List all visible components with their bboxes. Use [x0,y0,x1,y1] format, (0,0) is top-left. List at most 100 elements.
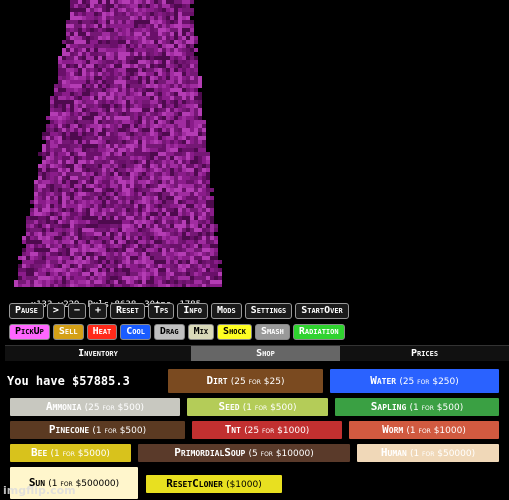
shop-item-dirt[interactable]: Dirt (25 for $25) [167,368,324,394]
pixel [194,248,198,252]
pixel [50,248,54,252]
pixel [42,204,46,208]
pause-button[interactable]: Pause [9,303,44,319]
pixel [58,244,62,248]
pixel [170,60,174,64]
pixel [206,224,210,228]
pixel [106,244,110,248]
pixel [58,284,62,287]
pixel [162,224,166,228]
reset-button[interactable]: Reset [109,303,145,319]
pixel [106,132,110,136]
settings-button[interactable]: Settings [244,303,293,319]
zoom-in-button[interactable]: + [88,303,107,319]
pixel [98,36,102,40]
pixel [90,136,94,140]
pixel [130,164,134,168]
game-canvas[interactable] [6,0,503,287]
pixel [118,244,122,248]
pixel [78,208,82,212]
pixel [174,152,178,156]
pixel [134,140,138,144]
pixel [182,4,186,8]
tab-prices[interactable]: Prices [340,345,509,361]
shop-item-water[interactable]: Water (25 for $250) [329,368,500,394]
shop-item-bee[interactable]: Bee (1 for $5000) [9,443,132,463]
pixel [94,200,98,204]
pixel [178,204,182,208]
pixel [78,116,82,120]
shop-item-name: Dirt [206,374,228,387]
pixel [118,232,122,236]
pixel [206,244,210,248]
pixel [74,8,78,12]
pixel [210,260,214,264]
mode-drag-button[interactable]: Drag [153,324,185,340]
pixel [90,144,94,148]
mode-heat-button[interactable]: Heat [86,324,118,340]
zoom-out-button[interactable]: − [67,303,86,319]
pixel [110,172,114,176]
pixel [194,188,198,192]
mode-mix-button[interactable]: Mix [187,324,215,340]
mode-smash-button[interactable]: Smash [254,324,290,340]
pixel [126,260,130,264]
pixel [138,152,142,156]
pixel [198,196,202,200]
game-window: x133,y229Pxls:863830tps1785 Pause > − + … [0,0,509,500]
shop-item-human[interactable]: Human (1 for $50000) [356,443,500,463]
tps-button[interactable]: Tps [147,303,175,319]
pixel [146,228,150,232]
shop-item-primordialsoup[interactable]: PrimordialSoup (5 for $10000) [137,443,351,463]
tab-inventory[interactable]: Inventory [5,345,191,361]
pixel [74,96,78,100]
pixel [178,48,182,52]
start-over-button[interactable]: StartOver [295,303,349,319]
shop-item-ammonia[interactable]: Ammonia (25 for $500) [9,397,181,417]
pixel [138,112,142,116]
panel-tabs: Inventory Shop Prices [5,345,509,361]
pixel [58,272,62,276]
pixel [166,256,170,260]
pixel [50,100,54,104]
pixel [98,120,102,124]
pixel [126,208,130,212]
mode-radiation-button[interactable]: Radiation [292,324,345,340]
pixel [74,272,78,276]
pixel [102,124,106,128]
mode-cool-button[interactable]: Cool [120,324,151,340]
pixel [38,204,42,208]
pixel [162,228,166,232]
tab-shop[interactable]: Shop [191,345,340,361]
shop-item-worm[interactable]: Worm (1 for $1000) [348,420,500,440]
pixel [198,236,202,240]
pixel [78,68,82,72]
pixel [102,56,106,60]
pixel [134,136,138,140]
info-button[interactable]: Info [177,303,208,319]
pixel [158,188,162,192]
shop-item-sapling[interactable]: Sapling (1 for $500) [334,397,500,417]
pixel [142,0,146,4]
mode-pickup-button[interactable]: PickUp [9,324,50,340]
mods-button[interactable]: Mods [211,303,242,319]
pixel [58,184,62,188]
pixel [102,272,106,276]
pixel [190,128,194,132]
pixel [178,200,182,204]
pixel [22,268,26,272]
mode-shock-button[interactable]: Shock [217,324,252,340]
shop-item-seed[interactable]: Seed (1 for $500) [186,397,329,417]
pixel [170,228,174,232]
pixel [74,108,78,112]
pixel [182,196,186,200]
shop-item-pinecone[interactable]: Pinecone (1 for $500) [9,420,186,440]
step-button[interactable]: > [46,303,65,319]
pixel [206,168,210,172]
mode-sell-button[interactable]: Sell [52,324,84,340]
pixel [70,108,74,112]
pixel [154,40,158,44]
shop-item-resetcloner[interactable]: ResetCloner ($1000) [145,474,283,494]
shop-item-tnt[interactable]: Tnt (25 for $1000) [191,420,343,440]
pixel [50,108,54,112]
